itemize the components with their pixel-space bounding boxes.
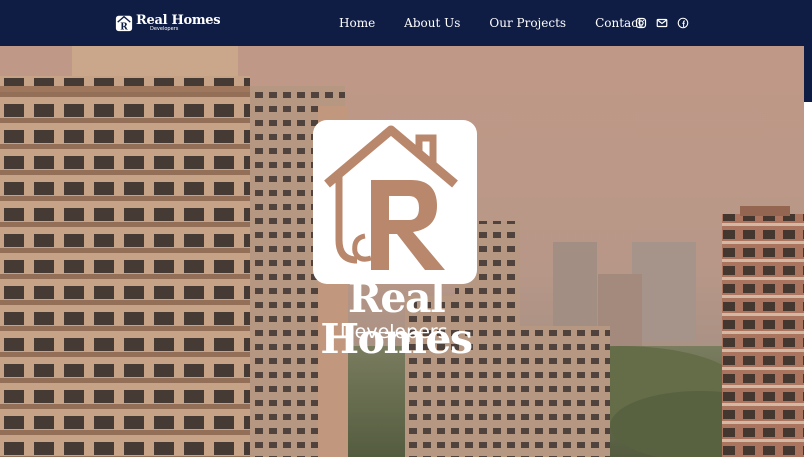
nav-our-projects[interactable]: Our Projects [489, 16, 566, 30]
instagram-icon[interactable] [635, 17, 647, 29]
nav-home[interactable]: Home [339, 16, 375, 30]
social-links [635, 17, 689, 29]
facebook-icon[interactable] [677, 17, 689, 29]
page-edge-dark [804, 46, 812, 102]
hero-logo: Real Homes Developers [268, 120, 524, 360]
brand-subtitle: Developers [150, 26, 179, 32]
main-nav: Home About Us Our Projects Contact [339, 0, 672, 46]
brand-name: Real Homes [136, 13, 221, 28]
mail-icon[interactable] [656, 17, 668, 29]
real-homes-logo-mark [313, 120, 477, 284]
page-edge [804, 46, 812, 457]
svg-text:R: R [120, 22, 128, 32]
nav-about-us[interactable]: About Us [404, 16, 460, 30]
brand-logo-link[interactable]: R Real Homes Developers [115, 12, 221, 34]
hero-logo-subtitle: Developers [340, 321, 448, 343]
hero-logo-name: Real Homes [320, 274, 473, 363]
site-header: R Real Homes Developers Home About Us Ou… [0, 0, 812, 46]
house-logo-icon: R [115, 15, 133, 32]
